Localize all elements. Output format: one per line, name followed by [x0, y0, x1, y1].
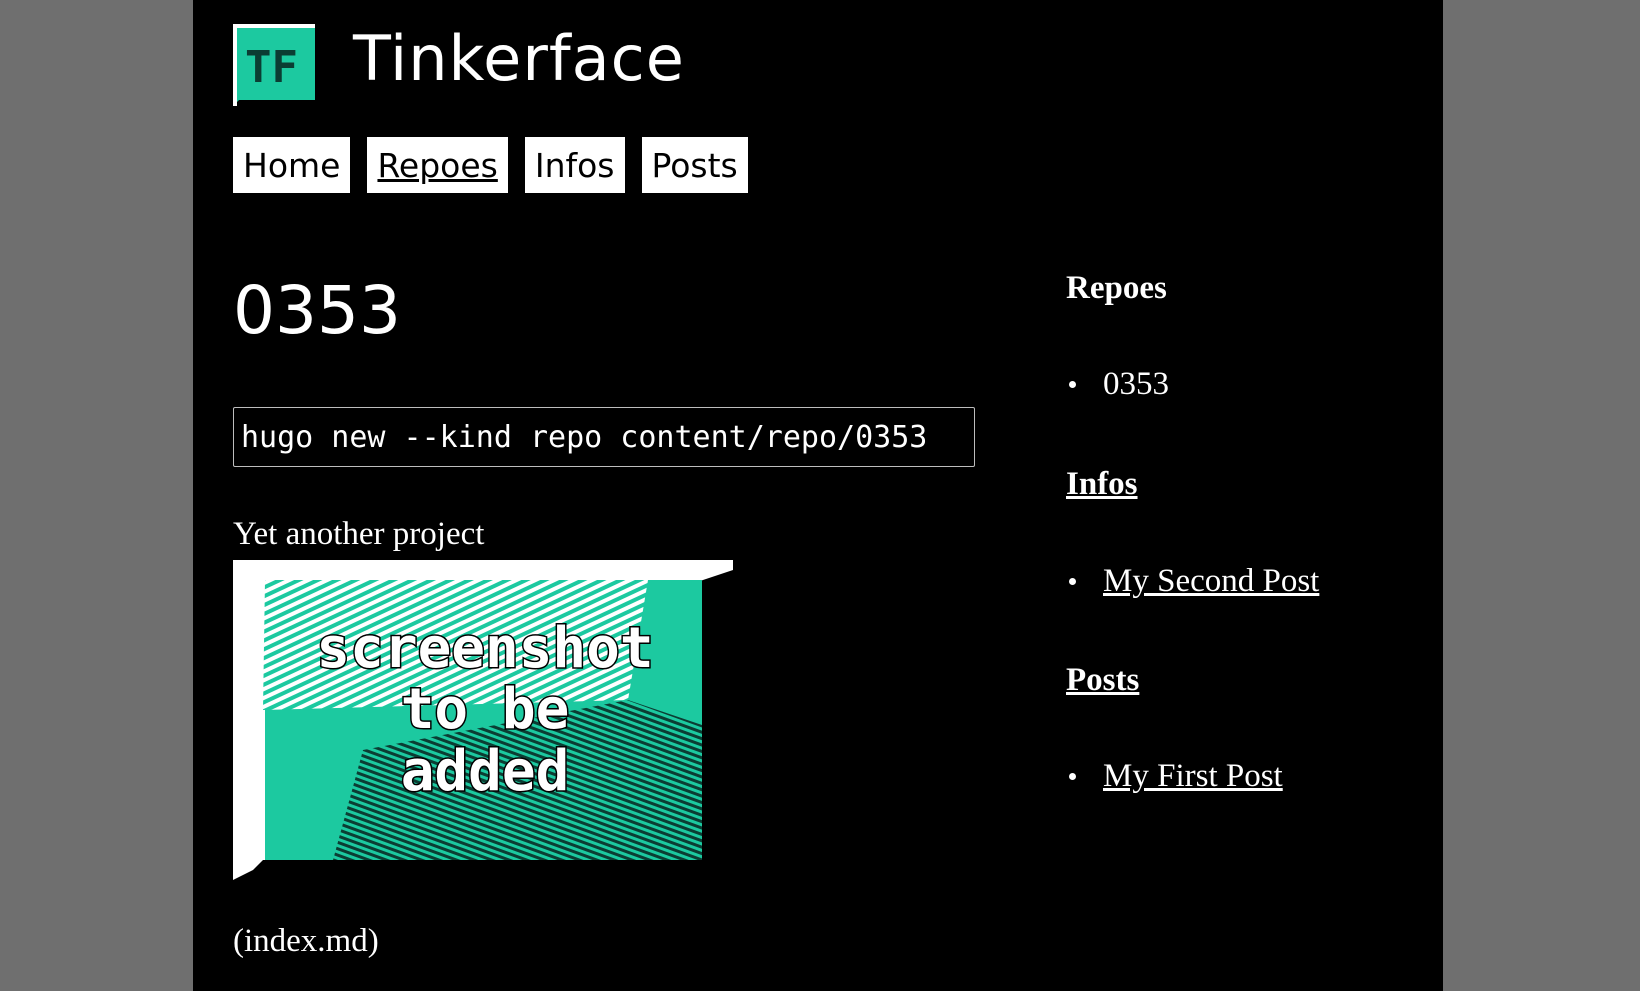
nav-infos[interactable]: Infos [524, 137, 625, 193]
page-title: 0353 [233, 272, 401, 349]
screenshot-placeholder-image: screenshot to be added [233, 560, 733, 880]
sidebar-item-my-first-post: My First Post [1066, 758, 1283, 795]
sidebar-link-my-second-post[interactable]: My Second Post [1103, 563, 1319, 600]
placeholder-line-3: added [401, 739, 570, 804]
sidebar-item-my-second-post: My Second Post [1066, 563, 1319, 600]
tinkerface-logo-icon[interactable]: TF [233, 24, 315, 106]
page-container: TF Tinkerface Home Repoes Infos Posts 03… [193, 0, 1443, 991]
nav-home[interactable]: Home [233, 137, 351, 193]
site-title[interactable]: Tinkerface [353, 28, 685, 90]
file-note: (index.md) [233, 923, 379, 959]
sidebar-heading-infos[interactable]: Infos [1066, 466, 1138, 503]
project-description: Yet another project [233, 516, 485, 552]
placeholder-line-1: screenshot [316, 616, 653, 681]
placeholder-line-2: to be [401, 677, 570, 742]
sidebar-item-label: 0353 [1103, 366, 1169, 402]
bullet-icon [1069, 773, 1076, 780]
sidebar-heading-posts[interactable]: Posts [1066, 662, 1139, 699]
command-text: hugo new --kind repo content/repo/0353 [241, 419, 928, 455]
nav-repoes[interactable]: Repoes [367, 137, 508, 193]
sidebar-heading-repoes: Repoes [1066, 270, 1167, 306]
bullet-icon [1069, 578, 1076, 585]
main-nav: Home Repoes Infos Posts [233, 137, 748, 193]
logo-text: TF [245, 42, 298, 93]
bullet-icon [1069, 381, 1076, 388]
sidebar-link-my-first-post[interactable]: My First Post [1103, 758, 1283, 795]
sidebar-item-0353: 0353 [1066, 366, 1169, 403]
nav-posts[interactable]: Posts [641, 137, 748, 193]
command-code-box[interactable]: hugo new --kind repo content/repo/0353 [233, 407, 975, 467]
